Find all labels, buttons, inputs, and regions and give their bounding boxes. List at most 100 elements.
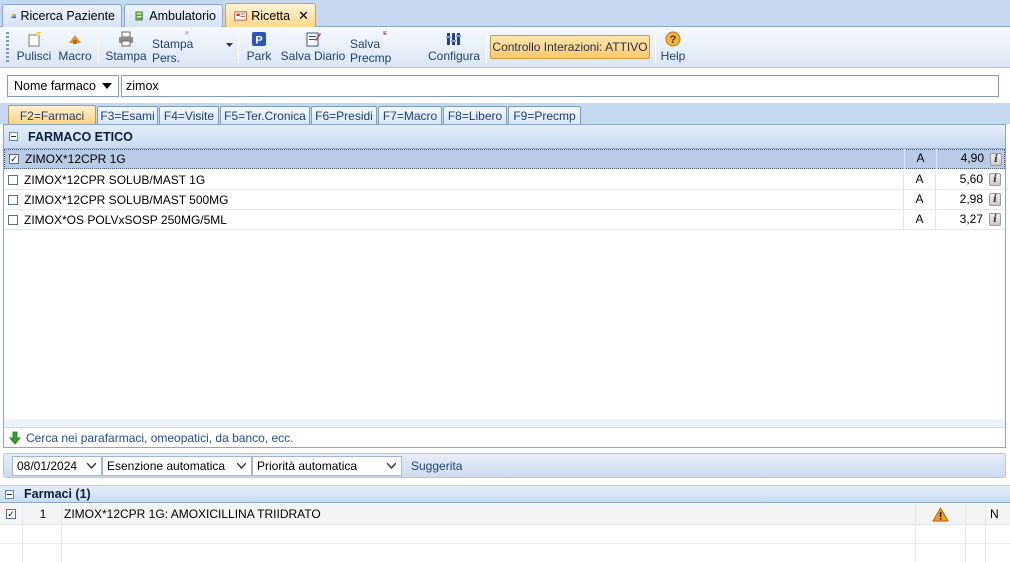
salva-diario-button[interactable]: Salva Diario <box>280 31 346 65</box>
search-row: Nome farmaco <box>0 70 1010 102</box>
pulisci-button[interactable]: Pulisci <box>14 31 54 65</box>
tab-presidi[interactable]: F6=Presidi <box>311 106 377 124</box>
toolbar-separator <box>98 33 99 63</box>
chevron-down-icon[interactable] <box>226 43 233 48</box>
salva-precmp-label: Salva Precmp <box>350 37 392 65</box>
prescription-flag: N <box>990 507 999 521</box>
help-label: Help <box>660 49 686 63</box>
help-button[interactable]: ? Help <box>658 31 688 65</box>
tab-farmaci[interactable]: F2=Farmaci <box>8 105 96 125</box>
ambulatorio-icon <box>135 11 143 21</box>
stampa-pers-button[interactable]: Stampa Pers. <box>152 31 222 65</box>
drug-price: 4,90 <box>936 149 988 169</box>
options-bar: 08/01/2024 Esenzione automatica Priorità… <box>3 453 1006 478</box>
drug-class: A <box>904 149 936 169</box>
search-input[interactable] <box>121 75 999 97</box>
chevron-down-icon <box>102 83 112 89</box>
prescription-row[interactable]: ✓ 1 ZIMOX*12CPR 1G: AMOXICILLINA TRIIDRA… <box>0 504 1010 525</box>
drug-name: ZIMOX*OS POLVxSOSP 250MG/5ML <box>24 212 227 227</box>
info-icon[interactable]: i <box>990 153 1002 166</box>
drug-class: A <box>903 189 935 210</box>
group-header[interactable]: FARMACO ETICO <box>4 125 1005 149</box>
date-value: 08/01/2024 <box>17 459 78 473</box>
prescription-icon <box>234 10 247 21</box>
suggerita-link[interactable]: Suggerita <box>411 459 462 473</box>
tab-libero[interactable]: F8=Libero <box>443 106 507 124</box>
drug-row[interactable]: ✓ ZIMOX*12CPR 1G A 4,90 i <box>4 149 1005 169</box>
drug-checkbox[interactable]: ✓ <box>9 154 19 164</box>
macro-label: Macro <box>58 49 92 63</box>
arrow-down-icon <box>9 431 21 445</box>
info-icon[interactable]: i <box>989 173 1001 186</box>
function-tabs: F2=Farmaci F3=Esami F4=Visite F5=Ter.Cro… <box>0 103 1010 125</box>
chevron-down-icon <box>237 463 246 469</box>
diary-icon <box>306 32 321 47</box>
toolbar-separator <box>655 33 656 63</box>
toolbar-grip[interactable] <box>6 32 9 62</box>
priorita-value: Priorità automatica <box>257 459 358 473</box>
tab-esami[interactable]: F3=Esami <box>97 106 158 124</box>
search-mode-select[interactable]: Nome farmaco <box>7 75 119 97</box>
tab-ricetta[interactable]: Ricetta ✕ <box>225 3 316 27</box>
drug-price: 5,60 <box>935 169 987 190</box>
priorita-select[interactable]: Priorità automatica <box>252 456 402 476</box>
drug-checkbox[interactable] <box>8 214 18 225</box>
info-icon[interactable]: i <box>989 193 1001 206</box>
empty-row <box>0 525 1010 544</box>
save-precmp-icon <box>383 31 387 35</box>
chevron-down-icon <box>87 463 96 469</box>
clear-icon <box>28 32 41 47</box>
stampa-button[interactable]: Stampa <box>105 31 147 65</box>
tab-ricerca-paziente[interactable]: Ricerca Paziente <box>2 4 122 27</box>
tab-precmp[interactable]: F9=Precmp <box>508 106 581 124</box>
tab-label: Ricetta <box>251 8 291 23</box>
print-custom-icon <box>185 31 189 35</box>
info-icon[interactable]: i <box>989 213 1001 226</box>
collapse-icon[interactable] <box>9 132 18 141</box>
drug-list: FARMACO ETICO ✓ ZIMOX*12CPR 1G A 4,90 i … <box>3 124 1006 448</box>
collapse-icon[interactable] <box>5 489 14 499</box>
configura-button[interactable]: Configura <box>426 31 482 65</box>
controllo-interazioni-button[interactable]: Controllo Interazioni: ATTIVO <box>490 35 650 59</box>
tab-visite[interactable]: F4=Visite <box>159 106 219 124</box>
prescription-checkbox[interactable]: ✓ <box>6 509 16 519</box>
drug-name: ZIMOX*12CPR SOLUB/MAST 500MG <box>24 192 229 207</box>
search-mode-label: Nome farmaco <box>14 79 96 93</box>
tab-macro[interactable]: F7=Macro <box>378 106 442 124</box>
search-other-link[interactable]: Cerca nei parafarmaci, omeopatici, da ba… <box>4 427 1005 447</box>
salva-precmp-button[interactable]: Salva Precmp <box>350 31 420 65</box>
prescription-title: Farmaci (1) <box>24 487 91 501</box>
close-icon[interactable]: ✕ <box>298 8 309 24</box>
stampa-pers-label: Stampa Pers. <box>152 37 194 65</box>
park-button[interactable]: P Park <box>245 31 273 65</box>
grid-line <box>22 504 23 562</box>
help-icon: ? <box>665 31 681 47</box>
drug-price: 2,98 <box>935 189 987 210</box>
empty-row <box>0 544 1010 562</box>
tab-label: Ambulatorio <box>149 9 216 23</box>
tab-ter-cronica[interactable]: F5=Ter.Cronica <box>220 106 310 124</box>
document-tabstrip: Ricerca Paziente Ambulatorio Ricetta ✕ <box>0 0 1010 27</box>
tab-label: Ricerca Paziente <box>20 9 116 23</box>
drug-checkbox[interactable] <box>8 174 18 185</box>
grid-line <box>61 504 62 562</box>
toolbar-separator <box>486 33 487 63</box>
drug-row[interactable]: ZIMOX*OS POLVxSOSP 250MG/5ML A 3,27 i <box>4 209 1005 230</box>
drug-row[interactable]: ZIMOX*12CPR SOLUB/MAST 1G A 5,60 i <box>4 169 1005 190</box>
chevron-down-icon <box>387 463 396 469</box>
date-picker[interactable]: 08/01/2024 <box>12 456 102 476</box>
warning-icon[interactable] <box>932 507 949 522</box>
prescription-header[interactable]: Farmaci (1) <box>0 485 1010 503</box>
drug-class: A <box>903 209 935 230</box>
drug-class: A <box>903 169 935 190</box>
drug-row[interactable]: ZIMOX*12CPR SOLUB/MAST 500MG A 2,98 i <box>4 189 1005 210</box>
drug-checkbox[interactable] <box>8 194 18 205</box>
configura-label: Configura <box>427 49 481 63</box>
tab-ambulatorio[interactable]: Ambulatorio <box>124 4 223 27</box>
svg-text:?: ? <box>670 34 677 46</box>
svg-text:P: P <box>255 35 262 47</box>
macro-button[interactable]: Macro <box>57 31 93 65</box>
drug-price: 3,27 <box>935 209 987 230</box>
toolbar-separator <box>238 33 239 63</box>
esenzione-select[interactable]: Esenzione automatica <box>102 456 252 476</box>
